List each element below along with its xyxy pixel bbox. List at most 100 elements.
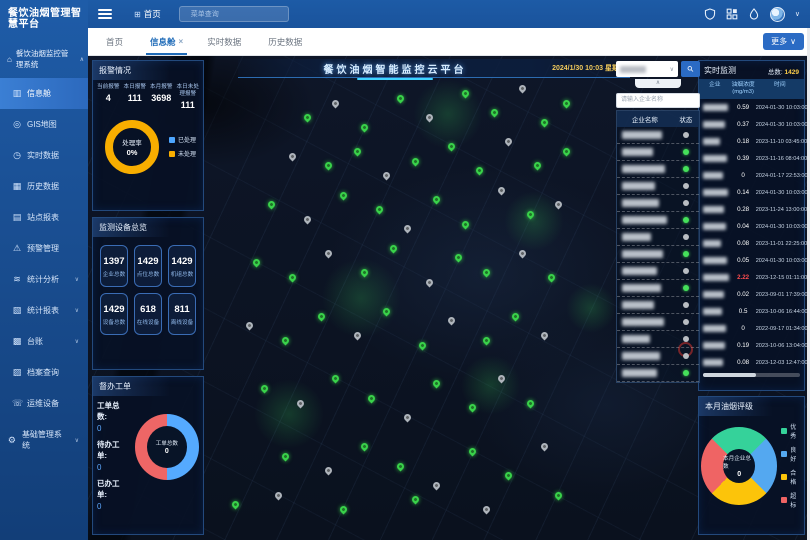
device-stat-card[interactable]: 618 在线设备 (134, 293, 162, 335)
map-pin-icon[interactable] (540, 117, 550, 127)
map-pin-icon[interactable] (496, 185, 506, 195)
map-pin-icon[interactable] (540, 330, 550, 340)
map-pin-icon[interactable] (561, 147, 571, 157)
realtime-row[interactable]: 0.08 2023-12-03 12:47:00 (699, 354, 804, 371)
company-row[interactable] (617, 195, 699, 212)
map-pin-icon[interactable] (288, 151, 298, 161)
map-pin-icon[interactable] (396, 93, 406, 103)
company-row[interactable] (617, 365, 699, 382)
map-pin-icon[interactable] (468, 447, 478, 457)
map-pin-icon[interactable] (532, 161, 542, 171)
tab[interactable]: 历史数据 (256, 28, 317, 55)
map-pin-icon[interactable] (561, 98, 571, 108)
realtime-row[interactable]: 0.5 2023-10-06 16:44:00 (699, 303, 804, 320)
map-pin-icon[interactable] (482, 335, 492, 345)
map-pin-icon[interactable] (410, 495, 420, 505)
map-pin-icon[interactable] (424, 277, 434, 287)
sidebar-item[interactable]: ▥ 信息舱 (0, 78, 88, 109)
collapse-toggle[interactable]: ∧ (635, 79, 681, 88)
realtime-row[interactable]: 0.59 2024-01-30 10:03:00 (699, 99, 804, 116)
sidebar-item[interactable]: ▦ 历史数据 (0, 171, 88, 202)
realtime-row[interactable]: 0.14 2024-01-30 10:03:00 (699, 184, 804, 201)
shield-icon[interactable] (704, 8, 716, 20)
map-pin-icon[interactable] (432, 195, 442, 205)
home-button[interactable]: ⊞ 首页 (134, 8, 161, 20)
map-pin-icon[interactable] (281, 335, 291, 345)
company-row[interactable] (617, 178, 699, 195)
map-pin-icon[interactable] (518, 84, 528, 94)
company-row[interactable] (617, 263, 699, 280)
map-pin-icon[interactable] (230, 500, 240, 510)
device-stat-card[interactable]: 1429 点位总数 (134, 245, 162, 287)
tab[interactable]: 首页 (94, 28, 138, 55)
company-row[interactable] (617, 161, 699, 178)
realtime-row[interactable]: 0.19 2023-10-06 13:04:00 (699, 337, 804, 354)
map-pin-icon[interactable] (432, 379, 442, 389)
map-pin-icon[interactable] (482, 505, 492, 515)
realtime-row[interactable]: 0.39 2023-11-16 08:04:00 (699, 150, 804, 167)
map-pin-icon[interactable] (446, 316, 456, 326)
map-pin-icon[interactable] (252, 258, 262, 268)
close-icon[interactable]: × (179, 37, 184, 46)
map-pin-icon[interactable] (266, 200, 276, 210)
map-pin-icon[interactable] (281, 451, 291, 461)
sidebar-item[interactable]: ◎ GIS地图 (0, 109, 88, 140)
map-pin-icon[interactable] (403, 413, 413, 423)
company-select[interactable]: ∨ (616, 61, 678, 77)
realtime-row[interactable]: 0.28 2023-11-24 13:00:00 (699, 201, 804, 218)
map-pin-icon[interactable] (511, 311, 521, 321)
menu-search[interactable] (179, 6, 289, 22)
map-pin-icon[interactable] (324, 466, 334, 476)
company-search-button[interactable] (681, 61, 700, 77)
sidebar-item[interactable]: ▧ 统计报表 ∨ (0, 295, 88, 326)
sidebar-group-smoke-monitoring[interactable]: ⌂ 餐饮油烟监控管理系统 ∧ (0, 40, 88, 78)
map-pin-icon[interactable] (324, 161, 334, 171)
map-pin-icon[interactable] (554, 490, 564, 500)
horizontal-scrollbar[interactable] (703, 373, 800, 377)
device-stat-card[interactable]: 1429 设备总数 (100, 293, 128, 335)
company-row[interactable] (617, 246, 699, 263)
realtime-row[interactable]: 0.18 2023-11-10 03:45:00 (699, 133, 804, 150)
company-row[interactable] (617, 348, 699, 365)
sidebar-item[interactable]: ⚙ 基础管理系统 ∨ (0, 419, 88, 461)
company-name-input[interactable] (616, 93, 700, 108)
map-pin-icon[interactable] (367, 393, 377, 403)
map-pin-icon[interactable] (453, 253, 463, 263)
map-pin-icon[interactable] (475, 166, 485, 176)
realtime-row[interactable]: 0.04 2024-01-30 10:03:00 (699, 218, 804, 235)
map-pin-icon[interactable] (396, 461, 406, 471)
map-pin-icon[interactable] (302, 113, 312, 123)
avatar[interactable] (770, 7, 785, 22)
map-pin-icon[interactable] (331, 98, 341, 108)
realtime-row[interactable]: 0 2024-01-17 22:53:00 (699, 167, 804, 184)
map-pin-icon[interactable] (381, 171, 391, 181)
realtime-row[interactable]: 2.22 2023-12-15 01:11:00 (699, 269, 804, 286)
map-pin-icon[interactable] (288, 272, 298, 282)
sidebar-item[interactable]: ▨ 档案查询 (0, 357, 88, 388)
map-pin-icon[interactable] (374, 205, 384, 215)
map-pin-icon[interactable] (353, 147, 363, 157)
map-pin-icon[interactable] (482, 268, 492, 278)
sidebar-item[interactable]: ⚠ 预警管理 (0, 233, 88, 264)
map-pin-icon[interactable] (489, 108, 499, 118)
realtime-row[interactable]: 0.37 2024-01-30 10:03:00 (699, 116, 804, 133)
chevron-down-icon[interactable]: ∨ (795, 10, 800, 18)
sidebar-item[interactable]: ≋ 统计分析 ∨ (0, 264, 88, 295)
tab[interactable]: 实时数据 (195, 28, 256, 55)
menu-toggle-icon[interactable] (98, 9, 112, 19)
sidebar-item[interactable]: ☏ 运维设备 (0, 388, 88, 419)
company-row[interactable] (617, 297, 699, 314)
company-row[interactable] (617, 144, 699, 161)
company-row[interactable] (617, 331, 699, 348)
menu-search-input[interactable] (189, 10, 284, 19)
map-pin-icon[interactable] (331, 374, 341, 384)
map-pin-icon[interactable] (410, 156, 420, 166)
map-pin-icon[interactable] (547, 272, 557, 282)
map-pin-icon[interactable] (540, 442, 550, 452)
map-pin-icon[interactable] (432, 480, 442, 490)
map-pin-icon[interactable] (245, 321, 255, 331)
device-stat-card[interactable]: 1397 企业总数 (100, 245, 128, 287)
company-row[interactable] (617, 314, 699, 331)
map-pin-icon[interactable] (504, 471, 514, 481)
sidebar-item[interactable]: ▤ 站点报表 (0, 202, 88, 233)
